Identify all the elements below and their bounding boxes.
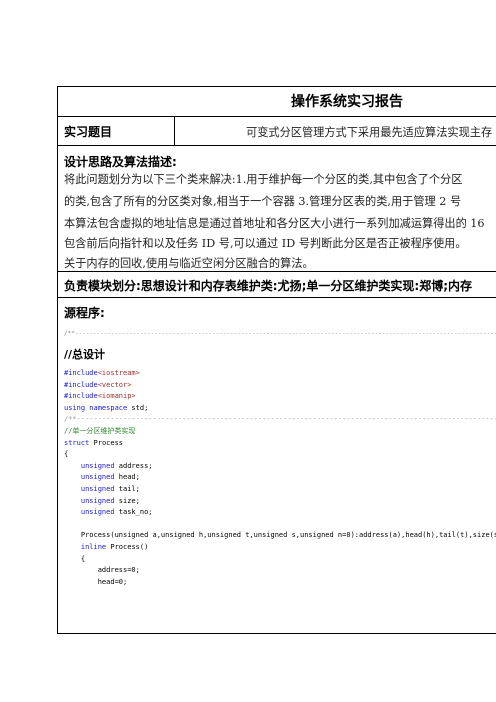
report-title: 操作系统实习报告 bbox=[291, 94, 403, 110]
code-token: <iostream> bbox=[97, 369, 140, 377]
design-line-3: 本算法包含虚拟的地址信息是通过首地址和各分区大小进行一系列加减运算得出的 16 bbox=[64, 217, 485, 230]
code-token: //单一分区维护类实现 bbox=[64, 426, 136, 435]
topic-label: 实习题目 bbox=[64, 125, 113, 139]
design-line-4: 包含前后向指针和以及任务 ID 号,可以通过 ID 号判断此分区是否正被程序使用… bbox=[64, 237, 467, 250]
design-line-1: 将此问题划分为以下三个类来解决:1.用于维护每一个分区的类,其中包含了个分区 bbox=[64, 173, 463, 186]
code-token: <iomanip> bbox=[97, 392, 136, 401]
code-token: Process(unsigned a,unsigned h,unsigned t… bbox=[80, 531, 496, 540]
division-row: 负责模块划分:思想设计和内存表维护类:尤扬;单一分区维护类实现:郑博;内存 bbox=[58, 271, 496, 297]
code-token: size; bbox=[114, 496, 140, 505]
code-token: using namespace bbox=[64, 403, 128, 412]
report-table: 操作系统实习报告 实习题目 可变式分区管理方式下采用最先适应算法实现主存 设计思… bbox=[57, 86, 496, 634]
source-label: 源程序: bbox=[64, 306, 105, 320]
code-token: #include bbox=[64, 369, 98, 377]
code-token: <vector> bbox=[97, 380, 132, 389]
code-token: unsigned bbox=[80, 473, 115, 482]
code-token: #include bbox=[64, 392, 98, 401]
code-token: address; bbox=[114, 461, 153, 470]
topic-divider bbox=[174, 117, 175, 145]
code-token: unsigned bbox=[80, 496, 115, 505]
code-token: { bbox=[80, 554, 86, 563]
code-token: { bbox=[64, 450, 69, 459]
code-token: std; bbox=[127, 403, 149, 412]
topic-value: 可变式分区管理方式下采用最先适应算法实现主存 bbox=[246, 126, 493, 139]
code-token: Process bbox=[89, 438, 124, 447]
code-token: /**-------------------------------------… bbox=[64, 415, 496, 424]
code-token: unsigned bbox=[80, 461, 115, 470]
code-token: struct bbox=[64, 438, 90, 447]
document-page: 操作系统实习报告 实习题目 可变式分区管理方式下采用最先适应算法实现主存 设计思… bbox=[0, 0, 496, 702]
division-text: 负责模块划分:思想设计和内存表维护类:尤扬;单一分区维护类实现:郑博;内存 bbox=[64, 279, 472, 293]
code-token: tail; bbox=[114, 484, 140, 493]
code-token: head; bbox=[114, 473, 140, 482]
design-line-2: 的类,包含了所有的分区类对象,相当于一个容器 3.管理分区表的类,用于管理 2 … bbox=[64, 195, 462, 208]
code-token: address=0; bbox=[97, 566, 140, 575]
dash-line: /**-------------------------------------… bbox=[64, 330, 496, 337]
code-block: #include<iostream> #include<vector> #inc… bbox=[64, 368, 496, 588]
source-row: 源程序: /**--------------------------------… bbox=[58, 297, 496, 635]
code-token: head=0; bbox=[97, 577, 128, 586]
design-row: 设计思路及算法描述: 将此问题划分为以下三个类来解决:1.用于维护每一个分区的类… bbox=[58, 145, 496, 271]
code-token: unsigned bbox=[80, 508, 115, 517]
code-token: inline bbox=[80, 542, 107, 551]
code-token: Process() bbox=[106, 542, 149, 551]
design-label: 设计思路及算法描述: bbox=[64, 155, 177, 169]
overall-comment: //总设计 bbox=[64, 348, 106, 361]
code-token: #include bbox=[64, 380, 98, 389]
code-token: task_no; bbox=[114, 508, 153, 517]
code-token: unsigned bbox=[80, 484, 115, 493]
topic-row: 实习题目 可变式分区管理方式下采用最先适应算法实现主存 bbox=[58, 116, 496, 145]
